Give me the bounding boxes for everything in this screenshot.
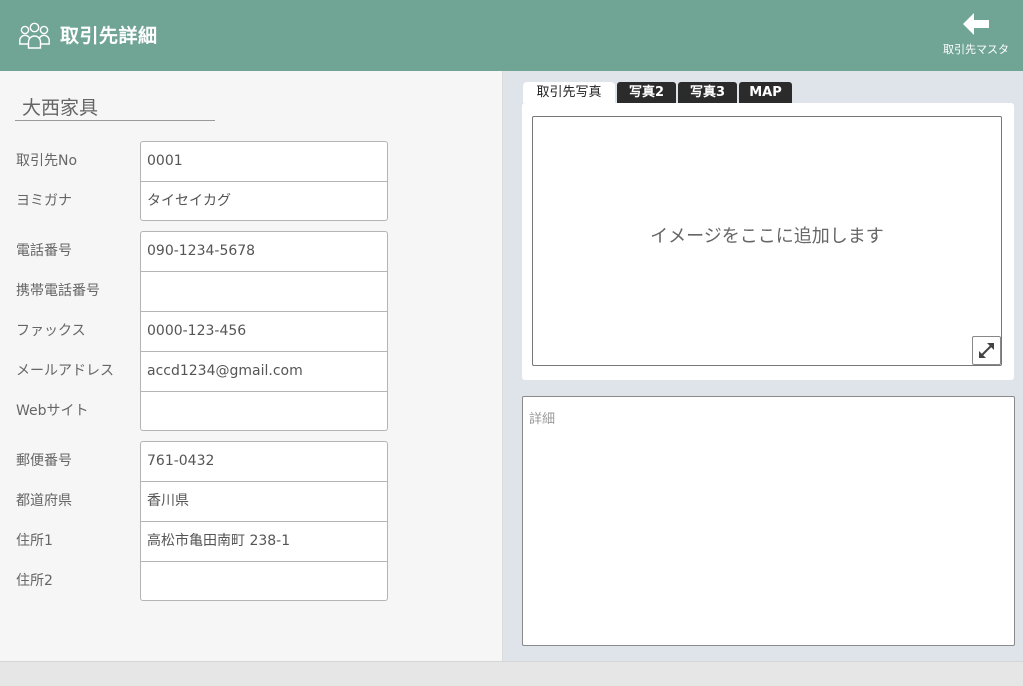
field-label: 郵便番号 <box>16 453 72 469</box>
expand-icon <box>979 343 994 358</box>
tab-photo-3[interactable]: 写真3 <box>678 82 737 103</box>
field-label: 取引先No <box>16 153 78 169</box>
back-button-label: 取引先マスタ <box>943 43 1009 56</box>
phone-field[interactable]: 090-1234-5678 <box>140 231 388 272</box>
expand-button[interactable] <box>972 336 1001 365</box>
customer-no-field[interactable]: 0001 <box>140 141 388 182</box>
mobile-phone-field[interactable] <box>140 271 388 312</box>
field-label: 住所2 <box>16 573 53 589</box>
field-value: accd1234@gmail.com <box>147 363 303 379</box>
postal-code-field[interactable]: 761-0432 <box>140 441 388 482</box>
field-value: 高松市亀田南町 238-1 <box>147 533 291 549</box>
bottom-bar <box>0 661 1023 686</box>
users-icon <box>19 22 50 49</box>
address1-field[interactable]: 高松市亀田南町 238-1 <box>140 521 388 562</box>
tab-photo-2[interactable]: 写真2 <box>617 82 676 103</box>
field-value: 0001 <box>147 153 183 169</box>
arrow-left-icon <box>963 13 989 35</box>
email-field[interactable]: accd1234@gmail.com <box>140 351 388 392</box>
field-label: ファックス <box>16 323 86 339</box>
details-textarea[interactable]: 詳細 <box>522 396 1015 646</box>
kana-field[interactable]: タイセイカグ <box>140 181 388 221</box>
field-label: 電話番号 <box>16 243 72 259</box>
tab-map[interactable]: MAP <box>739 82 792 103</box>
field-label: ヨミガナ <box>16 193 72 209</box>
field-label: メールアドレス <box>16 363 114 379</box>
address2-field[interactable] <box>140 561 388 601</box>
website-field[interactable] <box>140 391 388 431</box>
page-title: 取引先詳細 <box>60 25 158 47</box>
field-value: 香川県 <box>147 493 189 509</box>
field-label: Webサイト <box>16 403 89 419</box>
tab-customer-photo[interactable]: 取引先写真 <box>523 82 615 103</box>
back-to-master-button[interactable]: 取引先マスタ <box>934 10 1018 62</box>
field-label: 住所1 <box>16 533 53 549</box>
field-value: 0000-123-456 <box>147 323 247 339</box>
field-value: 761-0432 <box>147 453 215 469</box>
details-placeholder: 詳細 <box>529 412 556 427</box>
photo-drop-area[interactable]: イメージをここに追加します <box>532 116 1002 366</box>
company-name-field[interactable]: 大西家具 <box>15 94 215 121</box>
app-header: 取引先詳細 取引先マスタ <box>0 0 1023 71</box>
company-name: 大西家具 <box>22 97 99 119</box>
field-value: タイセイカグ <box>147 193 231 209</box>
prefecture-field[interactable]: 香川県 <box>140 481 388 522</box>
field-label: 都道府県 <box>16 493 72 509</box>
field-value: 090-1234-5678 <box>147 243 256 259</box>
field-label: 携帯電話番号 <box>16 283 100 299</box>
photo-placeholder: イメージをここに追加します <box>650 226 884 247</box>
fax-field[interactable]: 0000-123-456 <box>140 311 388 352</box>
